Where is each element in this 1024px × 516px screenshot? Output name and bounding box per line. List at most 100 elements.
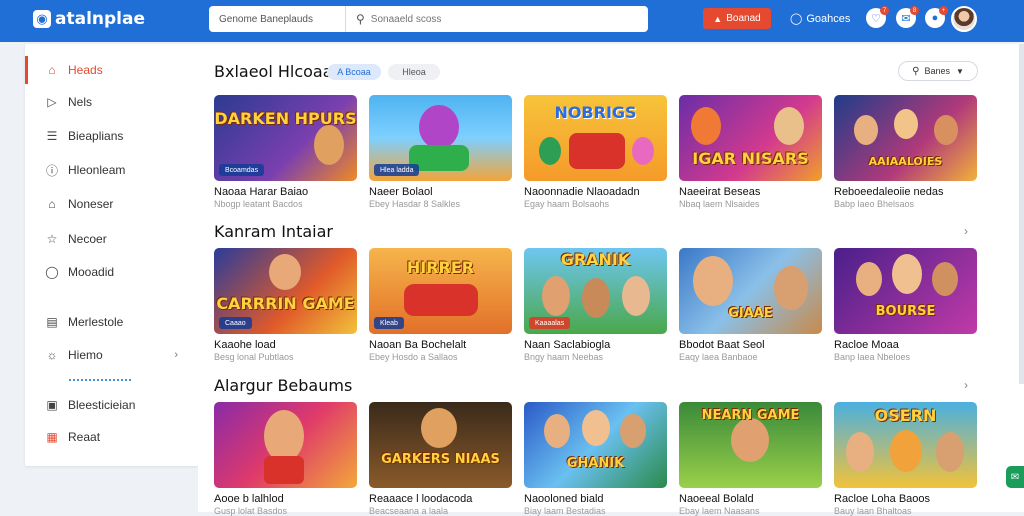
game-thumbnail: [214, 402, 357, 488]
game-title: Naan Saclabiogla: [524, 339, 611, 351]
star-icon: ☆: [46, 232, 58, 246]
top-bar: ◉ atalnplae Genome Baneplauds ⚲ ▲ Boanad…: [0, 0, 1024, 42]
sidebar-item-hiemo[interactable]: ☼ Hiemo ›: [25, 341, 198, 369]
game-card[interactable]: OSERN Racloe Loha Baoos Bauy laan Bhalto…: [834, 402, 977, 516]
thumbnail-art-title: GIAAE: [728, 306, 773, 321]
settings-icon: ▣: [46, 398, 58, 412]
sidebar-item-merlestole[interactable]: ▤ Merlestole: [25, 308, 198, 336]
chevron-down-icon: ▼: [955, 66, 964, 76]
notification-count-badge: 7: [880, 6, 889, 15]
game-card[interactable]: Hlea ladda Naeer Bolaol Ebey Hasdar 8 Sa…: [369, 95, 512, 209]
character-figure: [569, 133, 625, 169]
sidebar-divider: [69, 379, 131, 381]
sidebar-item-nels[interactable]: ▷ Nels: [25, 88, 198, 116]
game-title: Naoan Ba Bochelalt: [369, 339, 467, 351]
cta-label: Boanad: [726, 13, 761, 24]
game-thumbnail: CARRRIN GAME Caaao: [214, 248, 357, 334]
add-friend-icon[interactable]: ● +: [925, 6, 948, 28]
filter-tag[interactable]: A Bcoaa: [327, 64, 381, 80]
character-figure: [731, 418, 769, 462]
sidebar-item-hleonleam[interactable]: ⓘ Hleonleam: [25, 156, 198, 184]
character-figure: [936, 432, 964, 472]
game-thumbnail: GIAAE: [679, 248, 822, 334]
game-subtitle: Nbaq laem Nlsaides: [679, 199, 760, 209]
sidebar-item-bleesticieian[interactable]: ▣ Bleesticieian: [25, 391, 198, 419]
game-card[interactable]: GARKERS NIAAS Reaaace l loodacoda Beacse…: [369, 402, 512, 516]
coin-icon: ◯: [790, 13, 803, 25]
sidebar-item-bieaplians[interactable]: ☰ Bieaplians: [25, 122, 198, 150]
thumbnail-art-title: DARKEN HPURS: [214, 109, 357, 128]
sidebar-item-label: Hiemo: [68, 348, 103, 362]
search-icon: ⚲: [356, 12, 365, 26]
game-card[interactable]: IGAR NISARS Naeeirat Beseas Nbaq laem Nl…: [679, 95, 822, 209]
user-avatar[interactable]: [951, 6, 977, 32]
character-figure: [264, 410, 304, 462]
sidebar-item-heads[interactable]: ⌂ Heads: [25, 56, 198, 84]
search-field[interactable]: ⚲: [346, 12, 648, 26]
game-card[interactable]: HIRRER Kleab Naoan Ba Bochelalt Ebey Hos…: [369, 248, 512, 362]
section-title: Bxlaeol Hlcoaa: [214, 62, 333, 81]
notification-bell-icon[interactable]: ♡ 7: [866, 6, 889, 28]
sidebar-item-label: Hleonleam: [68, 163, 126, 177]
messages-icon[interactable]: ✉ 8: [896, 6, 919, 28]
game-thumbnail: NEARN GAME: [679, 402, 822, 488]
game-thumbnail: BOURSE: [834, 248, 977, 334]
chevron-right-icon[interactable]: ›: [964, 378, 968, 392]
game-thumbnail: AAIAALOIES: [834, 95, 977, 181]
character-figure: [894, 109, 918, 139]
game-card[interactable]: NOBRIGS Naoonnadie Nlaoadadn Egay haam B…: [524, 95, 667, 209]
character-figure: [314, 125, 344, 165]
game-title: Bbodot Baat Seol: [679, 339, 765, 351]
game-card[interactable]: CARRRIN GAME Caaao Kaaohe load Besg lona…: [214, 248, 357, 362]
game-card[interactable]: GHANIK Naooloned biald Biay laam Bestadi…: [524, 402, 667, 516]
game-card[interactable]: NEARN GAME Naoeeal Bolald Ebay laem Naas…: [679, 402, 822, 516]
thumbnail-badge: Kaaaalas: [529, 317, 571, 329]
game-card[interactable]: DARKEN HPURS Bcoamdas Naoaa Harar Baiao …: [214, 95, 357, 209]
game-title: Racloe Moaa: [834, 339, 899, 351]
top-nav-link[interactable]: ◯ Goahces: [790, 12, 850, 26]
bookmark-icon: ▤: [46, 315, 58, 329]
search-input[interactable]: [370, 13, 631, 25]
primary-cta-button[interactable]: ▲ Boanad: [703, 8, 771, 29]
thumbnail-art-title: GHANIK: [566, 456, 625, 471]
thumbnail-badge: Bcoamdas: [219, 164, 265, 176]
section-title: Alargur Bebaums: [214, 376, 353, 395]
character-figure: [774, 107, 804, 145]
search-scope-select[interactable]: Genome Baneplauds: [209, 6, 346, 32]
sidebar-item-mooadid[interactable]: ◯ Mooadid: [25, 258, 198, 286]
upload-icon: ▲: [713, 13, 723, 24]
thumbnail-art-title: OSERN: [874, 406, 937, 425]
game-title: Naooloned biald: [524, 493, 604, 505]
character-figure: [854, 115, 878, 145]
controller-icon: ◉: [33, 10, 51, 28]
search-scope-label: Genome Baneplauds: [219, 13, 313, 25]
game-card[interactable]: BOURSE Racloe Moaa Banp laea Nbeloes: [834, 248, 977, 362]
character-figure: [544, 414, 570, 448]
game-card[interactable]: GRANIK Kaaaalas Naan Saclabiogla Bngy ha…: [524, 248, 667, 362]
house-icon: ⌂: [48, 197, 56, 211]
sidebar-item-necoer[interactable]: ☆ Necoer: [25, 225, 198, 253]
page-scrollbar[interactable]: [1019, 44, 1024, 384]
sidebar-item-noneser[interactable]: ⌂ Noneser: [25, 190, 198, 218]
character-figure: [419, 105, 459, 149]
character-figure: [934, 115, 958, 145]
sidebar-item-reaat[interactable]: ▦ Reaat: [25, 423, 198, 451]
app-logo[interactable]: ◉ atalnplae: [33, 9, 145, 29]
chat-support-button[interactable]: ✉: [1006, 466, 1024, 488]
game-title: Reaaace l loodacoda: [369, 493, 473, 505]
game-card[interactable]: AAIAALOIES Reboeedaleoiie nedas Babp lae…: [834, 95, 977, 209]
sidebar-item-label: Merlestole: [68, 315, 124, 329]
character-figure: [846, 432, 874, 472]
sort-dropdown[interactable]: ⚲ Banes ▼: [898, 61, 978, 81]
game-card[interactable]: GIAAE Bbodot Baat Seol Eaqy laea Banbaoe: [679, 248, 822, 362]
sidebar-item-label: Nels: [68, 95, 93, 109]
game-thumbnail: GARKERS NIAAS: [369, 402, 512, 488]
game-card[interactable]: Aooe b lalhlod Gusp lolat Basdos: [214, 402, 357, 516]
chevron-right-icon[interactable]: ›: [964, 224, 968, 238]
filter-tag[interactable]: Hleoa: [388, 64, 440, 80]
game-thumbnail: HIRRER Kleab: [369, 248, 512, 334]
sidebar-item-label: Heads: [68, 63, 103, 77]
character-figure: [269, 254, 301, 290]
game-thumbnail: IGAR NISARS: [679, 95, 822, 181]
thumbnail-badge: Hlea ladda: [374, 164, 420, 176]
